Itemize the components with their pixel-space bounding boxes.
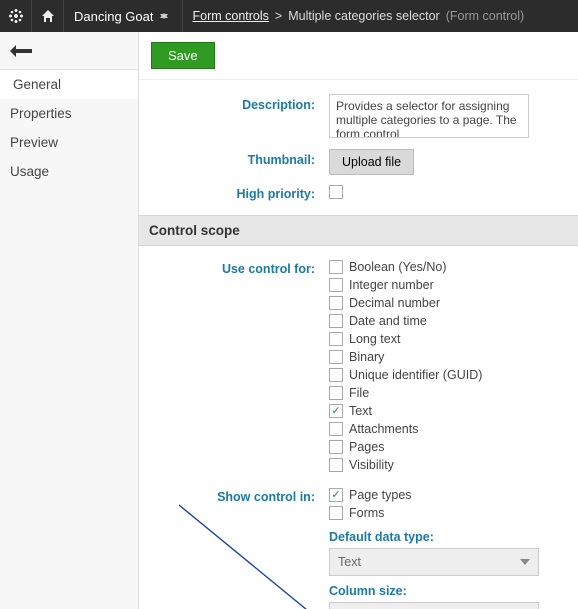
label-column-size: Column size: <box>329 584 568 598</box>
use-for-item: Decimal number <box>329 294 568 312</box>
use-for-label: Pages <box>349 440 384 454</box>
show-control-in-list-top: Page types Forms <box>329 486 568 522</box>
use-for-label: Decimal number <box>349 296 440 310</box>
show-in-item: Page types <box>329 486 568 504</box>
use-for-label: Integer number <box>349 278 434 292</box>
tab-general[interactable]: General <box>0 70 138 99</box>
use-for-item: Text <box>329 402 568 420</box>
use-for-item: Date and time <box>329 312 568 330</box>
form: Description: Thumbnail: Upload file High… <box>139 80 578 609</box>
description-input[interactable] <box>329 94 529 138</box>
site-name-label: Dancing Goat <box>74 9 154 24</box>
breadcrumb-parent-link[interactable]: Form controls <box>193 9 269 23</box>
tab-preview[interactable]: Preview <box>0 128 138 157</box>
breadcrumb-type: (Form control) <box>446 9 524 23</box>
site-dropdown-icon <box>160 12 168 20</box>
side-tabs: General Properties Preview Usage <box>0 70 138 186</box>
use-for-label: Boolean (Yes/No) <box>349 260 447 274</box>
use-for-checkbox[interactable] <box>329 332 343 346</box>
back-arrow-icon <box>10 44 32 58</box>
use-for-label: Binary <box>349 350 384 364</box>
topbar: Dancing Goat Form controls > Multiple ca… <box>0 0 578 32</box>
use-for-label: Text <box>349 404 372 418</box>
column-size-input[interactable] <box>329 602 539 609</box>
use-for-checkbox[interactable] <box>329 260 343 274</box>
left-sidebar: General Properties Preview Usage <box>0 32 139 609</box>
app-menu-button[interactable] <box>0 0 32 32</box>
chevron-down-icon <box>520 559 530 565</box>
show-in-checkbox[interactable] <box>329 506 343 520</box>
use-for-item: Integer number <box>329 276 568 294</box>
show-in-label: Forms <box>349 506 384 520</box>
use-for-checkbox[interactable] <box>329 386 343 400</box>
use-for-checkbox[interactable] <box>329 314 343 328</box>
use-for-checkbox[interactable] <box>329 350 343 364</box>
default-data-type-select[interactable]: Text <box>329 548 539 576</box>
upload-file-button[interactable]: Upload file <box>329 149 414 175</box>
label-thumbnail: Thumbnail: <box>139 149 329 167</box>
use-for-item: File <box>329 384 568 402</box>
use-for-item: Unique identifier (GUID) <box>329 366 568 384</box>
home-button[interactable] <box>32 0 64 32</box>
use-for-label: Visibility <box>349 458 394 472</box>
app-menu-icon <box>9 9 23 23</box>
save-button[interactable]: Save <box>151 42 215 69</box>
use-for-checkbox[interactable] <box>329 296 343 310</box>
label-use-control-for: Use control for: <box>139 258 329 276</box>
site-switcher[interactable]: Dancing Goat <box>64 0 183 32</box>
default-data-type-value: Text <box>338 555 361 569</box>
breadcrumb-separator: > <box>275 9 282 23</box>
use-for-item: Long text <box>329 330 568 348</box>
use-for-item: Boolean (Yes/No) <box>329 258 568 276</box>
label-show-control-in: Show control in: <box>139 486 329 504</box>
tab-usage[interactable]: Usage <box>0 157 138 186</box>
use-control-for-list: Boolean (Yes/No) Integer number Decimal nu… <box>329 258 578 474</box>
back-button[interactable] <box>0 32 138 70</box>
label-default-data-type: Default data type: <box>329 530 568 544</box>
label-description: Description: <box>139 94 329 112</box>
home-icon <box>41 9 55 23</box>
use-for-checkbox[interactable] <box>329 278 343 292</box>
high-priority-checkbox[interactable] <box>329 185 343 199</box>
show-in-checkbox[interactable] <box>329 488 343 502</box>
show-in-item: Forms <box>329 504 568 522</box>
use-for-label: Date and time <box>349 314 427 328</box>
use-for-checkbox[interactable] <box>329 368 343 382</box>
use-for-checkbox[interactable] <box>329 422 343 436</box>
breadcrumb-current: Multiple categories selector <box>288 9 439 23</box>
use-for-item: Binary <box>329 348 568 366</box>
use-for-item: Pages <box>329 438 568 456</box>
section-control-scope: Control scope <box>139 215 578 246</box>
use-for-checkbox[interactable] <box>329 404 343 418</box>
use-for-checkbox[interactable] <box>329 458 343 472</box>
use-for-label: Unique identifier (GUID) <box>349 368 482 382</box>
use-for-label: Attachments <box>349 422 418 436</box>
main-panel: Save Description: Thumbnail: Upload file… <box>139 32 578 609</box>
use-for-item: Attachments <box>329 420 568 438</box>
use-for-label: Long text <box>349 332 400 346</box>
show-in-label: Page types <box>349 488 412 502</box>
action-bar: Save <box>139 32 578 80</box>
use-for-item: Visibility <box>329 456 568 474</box>
breadcrumb: Form controls > Multiple categories sele… <box>183 0 525 32</box>
use-for-label: File <box>349 386 369 400</box>
tab-properties[interactable]: Properties <box>0 99 138 128</box>
label-high-priority: High priority: <box>139 183 329 201</box>
use-for-checkbox[interactable] <box>329 440 343 454</box>
